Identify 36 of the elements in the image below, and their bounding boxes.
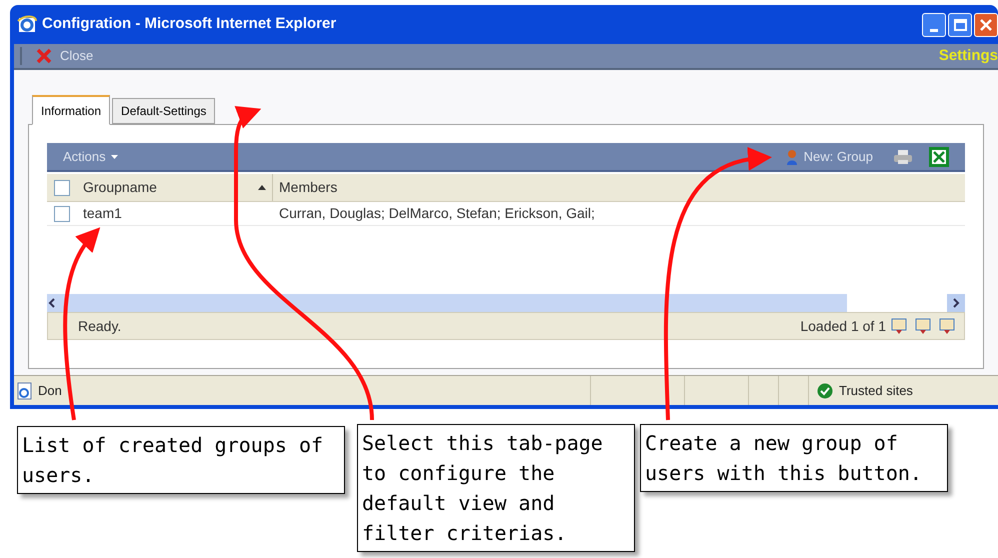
- page-title: Settings: [938, 46, 998, 66]
- security-zone: Trusted sites: [839, 382, 913, 400]
- browser-icon: [16, 14, 38, 34]
- load-next-icon[interactable]: [914, 317, 932, 335]
- page-icon: [16, 382, 34, 400]
- scroll-right-icon[interactable]: [947, 294, 965, 312]
- column-header[interactable]: Groupname: [77, 174, 273, 201]
- browser-status-text: Don: [38, 382, 62, 400]
- close-icon: [980, 18, 992, 30]
- horizontal-scrollbar[interactable]: [47, 294, 965, 312]
- window-title: Configration - Microsoft Internet Explorer: [42, 14, 336, 34]
- tab[interactable]: Default-Settings: [112, 98, 216, 124]
- person-icon: [786, 148, 798, 164]
- check-icon: [817, 382, 833, 398]
- table-cell-text: Curran, Douglas; DelMarco, Stefan; Erickson, Gail;: [278, 204, 596, 223]
- sort-up-icon: [258, 185, 266, 190]
- scroll-left-icon[interactable]: [47, 298, 57, 308]
- minimize-button[interactable]: [922, 12, 946, 36]
- spreadsheet-icon[interactable]: [929, 146, 949, 166]
- checkbox[interactable]: [54, 180, 70, 196]
- loaded-count: Loaded 1 of 1: [800, 316, 886, 336]
- close-icon: [36, 48, 52, 64]
- printer-icon[interactable]: [893, 148, 913, 164]
- maximize-button[interactable]: [948, 12, 972, 36]
- table-cell-text: team1: [82, 204, 123, 223]
- callout-box: Select this tab-page to configure the default view and filter criterias.: [357, 424, 635, 552]
- callout-box: Create a new group of users with this button.: [640, 424, 948, 492]
- caret-icon: [110, 154, 118, 158]
- status-text: Ready.: [78, 316, 122, 336]
- load-all-icon[interactable]: [938, 317, 956, 335]
- checkbox[interactable]: [54, 206, 70, 222]
- tab[interactable]: Information: [32, 95, 110, 125]
- callout-box: List of created groups of users.: [17, 426, 345, 494]
- column-header[interactable]: Members: [273, 174, 965, 201]
- close-window-button[interactable]: [974, 12, 998, 36]
- load-more-icon[interactable]: [890, 317, 908, 335]
